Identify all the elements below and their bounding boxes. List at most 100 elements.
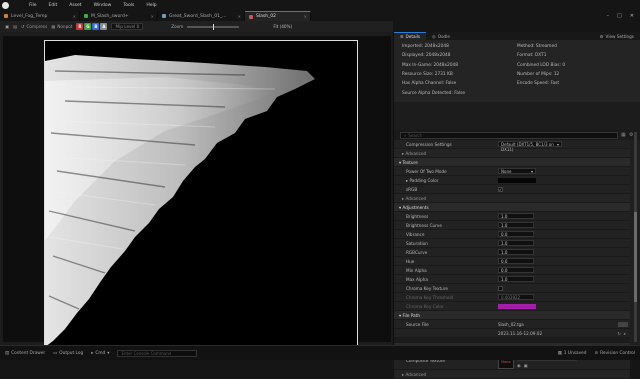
browse-asset-icon[interactable]: ▣ [524,363,528,368]
nonpot-label: Nonpot [57,24,73,29]
saturation-input[interactable]: 1.0 [498,240,534,246]
close-icon[interactable]: ✕ [151,14,154,19]
grid-view-icon[interactable]: ▦ [621,132,626,138]
compress-label: Compress [26,24,48,29]
compression-label: Compression Settings [406,141,452,147]
compression-dropdown[interactable]: Default (DXT1/5, BC1/3 on DX11) ▾ [498,141,562,152]
max-alpha-input[interactable]: 1.0 [498,276,534,282]
maximize-icon[interactable]: □ [617,13,622,19]
source-file-label: Source File [406,321,429,327]
output-log-button[interactable]: ▭ Output Log [53,351,83,356]
compress-icon: ↺ [20,24,25,29]
menu-edit[interactable]: Edit [43,0,64,11]
panel-tabs: ≡ Details ◎ Oodle ⚙ View Settings [394,32,640,40]
tab-niagara-system[interactable]: Great_Sword_Slash_01_... ✕ [158,11,245,21]
tab-level-fog-temp[interactable]: Level_Fog_Temp ✕ [0,11,80,21]
content-drawer-button[interactable]: ▤ Content Drawer [5,351,45,356]
chroma-key-color-label: Chroma Key Color [406,303,444,309]
scrollbar-thumb[interactable] [634,212,637,302]
zoom-slider[interactable] [187,23,240,30]
texture-viewport[interactable] [0,32,393,350]
viewport-background [3,36,391,350]
console-command-input[interactable]: Enter Console Command [117,349,198,357]
padding-color-swatch[interactable] [498,177,536,183]
channel-toggles: R G B A [76,23,108,30]
rgb-curve-input[interactable]: 1.0 [498,249,534,255]
hue-input[interactable]: 0.0 [498,258,534,264]
chevron-down-icon: ▾ [530,169,533,174]
browse-source-button[interactable] [618,321,628,327]
section-file-path[interactable]: ▾ File Path [394,311,630,320]
green-channel-toggle[interactable]: G [84,23,92,30]
source-file-field: Slash_02.tga [498,321,628,328]
srgb-checkbox[interactable]: ✓ [498,186,503,192]
tab-details[interactable]: ≡ Details [394,32,427,40]
details-scrollbar[interactable] [634,132,637,342]
revision-control-button[interactable]: ⊘ Revision Control [595,351,635,356]
tab-texture-slash[interactable]: Slash_02 ✕ [245,11,311,21]
open-folder-icon[interactable]: ▸ [624,331,626,336]
menu-file[interactable]: File [23,0,43,11]
details-search-input[interactable]: ⌕ Search [400,131,618,139]
min-alpha-input[interactable]: 0.0 [498,267,534,273]
info-mips: Number of Mips: 12 [517,71,560,77]
row-advanced-3[interactable]: ▸ Advanced [394,370,630,379]
chroma-key-checkbox[interactable] [498,285,503,291]
browse-button[interactable]: ▤ [13,24,17,29]
chroma-key-color-swatch[interactable] [498,303,536,309]
window-controls: – □ ✕ [607,13,640,19]
red-channel-toggle[interactable]: R [76,23,84,30]
blue-channel-toggle[interactable]: B [92,23,100,30]
unreal-logo-icon[interactable] [0,0,11,11]
fit-dropdown[interactable]: Fit (40%) [273,24,292,29]
section-texture[interactable]: ▾ Texture [394,158,630,167]
use-selected-icon[interactable]: ◉ [517,363,521,368]
row-srgb: sRGB ✓ [394,185,630,194]
row-source-file-date: 2023.11.16-12.09.02 ↻ ▸ [394,329,630,338]
row-padding-color: ▸ Padding Color [394,176,630,185]
advanced-label: ▸ Advanced [402,150,427,156]
close-window-icon[interactable]: ✕ [630,13,634,19]
mip-level-dropdown[interactable]: Mip Level 0 [111,23,144,30]
chevron-down-icon: ▾ [556,142,559,147]
vibrance-input[interactable]: 0.0 [498,231,534,237]
menu-help[interactable]: Help [140,0,162,11]
cmd-dropdown[interactable]: ▸ Cmd ▾ [91,351,109,356]
property-list: Compression Settings Default (DXT1/5, BC… [394,140,630,379]
reimport-icon[interactable]: ↻ [617,331,621,336]
zoom-slider-handle[interactable] [213,23,215,30]
row-vibrance: Vibrance 0.0 [394,230,630,239]
row-min-alpha: Min Alpha 0.0 [394,266,630,275]
info-encode-speed: Encode Speed: Fast [517,81,560,87]
nonpot-button[interactable]: ▦ Nonpot [51,24,72,29]
info-method: Method: Streamed [517,44,557,49]
close-icon[interactable]: ✕ [304,14,307,19]
unsaved-button[interactable]: ▦ 1 Unsaved [558,351,587,356]
view-settings-button[interactable]: ⚙ View Settings [594,32,640,40]
menu-window[interactable]: Window [88,0,118,11]
compress-button[interactable]: ↺ Compress [21,24,47,29]
close-icon[interactable]: ✕ [73,14,76,19]
chroma-key-threshold-label: Chroma Key Threshold [406,294,454,300]
menu-tools[interactable]: Tools [117,0,140,11]
save-button[interactable]: ▣ [5,24,9,29]
level-icon [4,14,8,18]
brightness-curve-input[interactable]: 1.0 [498,222,534,228]
close-icon[interactable]: ✕ [238,14,241,19]
info-resource-size: Resource Size: 2731 KB [402,71,453,77]
row-compression-settings: Compression Settings Default (DXT1/5, BC… [394,140,630,152]
row-advanced-2[interactable]: ▸ Advanced [394,194,630,203]
power-of-two-dropdown[interactable]: None ▾ [498,168,536,174]
max-alpha-label: Max Alpha [406,276,428,282]
chroma-key-threshold-input[interactable]: 0.003922 [498,294,534,300]
section-adjustments[interactable]: ▾ Adjustments [394,203,630,212]
vibrance-label: Vibrance [406,231,425,237]
alpha-channel-toggle[interactable]: A [100,23,108,30]
tab-material[interactable]: M_Slash_sword+ ✕ [80,11,158,21]
power-of-two-value: None [501,169,512,174]
tab-oodle[interactable]: ◎ Oodle [426,32,456,40]
row-chroma-key-texture: Chroma Key Texture [394,284,630,293]
brightness-input[interactable]: 1.0 [498,213,534,219]
minimize-icon[interactable]: – [607,13,610,19]
menu-asset[interactable]: Asset [63,0,87,11]
